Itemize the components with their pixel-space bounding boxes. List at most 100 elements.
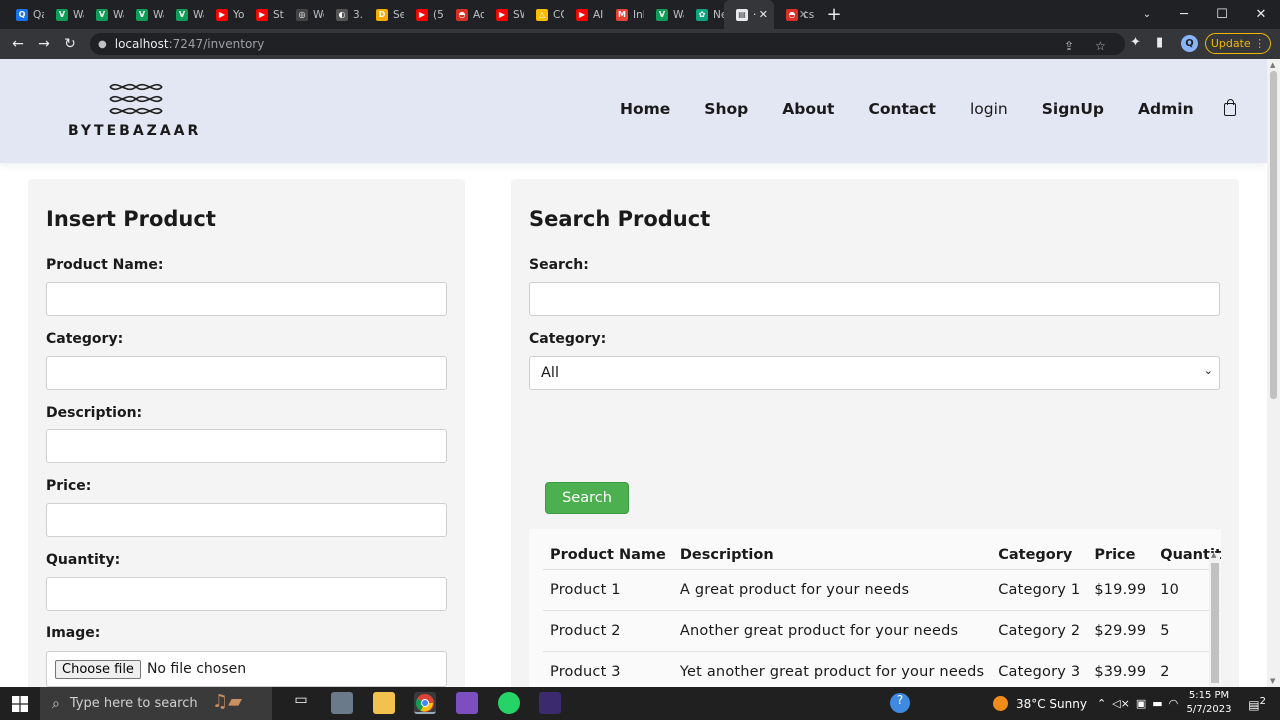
tab-css[interactable]: ◓ css ✕ bbox=[774, 0, 814, 29]
taskbar-search-placeholder: Type here to search bbox=[69, 696, 198, 711]
scroll-down-icon[interactable]: ▼ bbox=[1270, 677, 1275, 685]
nav-admin[interactable]: Admin bbox=[1138, 100, 1194, 118]
main-nav: Home Shop About Contact login SignUp Adm… bbox=[620, 98, 1236, 118]
clock-date: 5/7/2023 bbox=[1186, 704, 1232, 715]
category-input[interactable] bbox=[46, 356, 447, 390]
whatsapp-icon[interactable] bbox=[498, 692, 520, 714]
info-icon[interactable]: ● bbox=[98, 39, 107, 50]
search-button[interactable]: Search bbox=[545, 482, 629, 514]
browser-tab[interactable]: V Wat bbox=[164, 0, 204, 29]
tab-label: SWI bbox=[513, 8, 524, 21]
volume-icon[interactable]: ◁× bbox=[1112, 697, 1130, 710]
tray-chevron-icon[interactable]: ⌃ bbox=[1097, 697, 1106, 710]
tab-search-chevron-icon[interactable]: ⌄ bbox=[1128, 0, 1166, 29]
tab-active[interactable]: ▤ · ✕ bbox=[724, 0, 774, 29]
minimize-button[interactable]: ─ bbox=[1165, 0, 1203, 29]
chrome-icon[interactable] bbox=[414, 692, 436, 714]
browser-tab[interactable]: ✿ New bbox=[684, 0, 724, 29]
scroll-up-icon[interactable]: ▲ bbox=[1211, 551, 1216, 559]
terminal-icon[interactable] bbox=[539, 692, 561, 714]
choose-file-button[interactable]: Choose file bbox=[55, 659, 141, 679]
page-scrollbar[interactable]: ▲ ▼ bbox=[1267, 59, 1280, 687]
back-arrow-icon[interactable]: ← bbox=[5, 36, 31, 52]
product-name-input[interactable] bbox=[46, 282, 447, 316]
new-tab-button[interactable]: + bbox=[820, 4, 848, 25]
category-select[interactable]: All ⌄ bbox=[529, 356, 1220, 390]
browser-tab[interactable]: ▶ (582 bbox=[404, 0, 444, 29]
nav-home[interactable]: Home bbox=[620, 100, 670, 118]
browser-tab[interactable]: M Inbo bbox=[604, 0, 644, 29]
image-file-input[interactable]: Choose file No file chosen bbox=[46, 651, 447, 687]
task-view-icon[interactable]: ▭ bbox=[290, 692, 312, 714]
table-cell: A great product for your needs bbox=[672, 569, 992, 611]
browser-tab[interactable]: ◐ 3. Bu bbox=[324, 0, 364, 29]
browser-tab[interactable]: ▶ YouT bbox=[204, 0, 244, 29]
taskbar-search[interactable]: ⌕ Type here to search ♫▰ bbox=[40, 687, 272, 720]
nav-about[interactable]: About bbox=[782, 100, 834, 118]
file-explorer-icon[interactable] bbox=[373, 692, 395, 714]
close-tab-icon[interactable]: ✕ bbox=[799, 8, 808, 21]
side-panel-icon[interactable]: ▮ bbox=[1156, 35, 1163, 50]
visual-studio-icon[interactable] bbox=[456, 692, 478, 714]
browser-tab[interactable]: ◓ Ao / bbox=[444, 0, 484, 29]
scroll-up-icon[interactable]: ▲ bbox=[1270, 61, 1275, 69]
browser-tab[interactable]: △ COA bbox=[524, 0, 564, 29]
table-row: Product 1A great product for your needs C… bbox=[543, 569, 1221, 611]
battery-icon[interactable]: ▬ bbox=[1152, 697, 1162, 710]
browser-tab[interactable]: ▶ SWI bbox=[484, 0, 524, 29]
price-input[interactable] bbox=[46, 503, 447, 537]
address-bar[interactable]: ● localhost:7247/inventory ⇪ ☆ bbox=[90, 33, 1125, 55]
table-body: Product 1A great product for your needs C… bbox=[543, 569, 1221, 687]
reload-icon[interactable]: ↻ bbox=[57, 36, 83, 52]
page-scroll-thumb[interactable] bbox=[1270, 71, 1277, 399]
browser-tab[interactable]: ▶ Steir bbox=[244, 0, 284, 29]
extensions-puzzle-icon[interactable]: ✦ bbox=[1130, 35, 1141, 50]
description-input[interactable] bbox=[46, 429, 447, 463]
table-scroll-thumb[interactable] bbox=[1211, 563, 1219, 683]
nav-login[interactable]: login bbox=[970, 100, 1008, 118]
nav-signup[interactable]: SignUp bbox=[1042, 100, 1104, 118]
share-icon[interactable]: ⇪ bbox=[1064, 39, 1074, 53]
weather-sun-icon bbox=[992, 696, 1008, 711]
quantity-input[interactable] bbox=[46, 577, 447, 611]
browser-tab[interactable]: D Sear bbox=[364, 0, 404, 29]
close-tab-icon[interactable]: ✕ bbox=[759, 8, 768, 21]
update-button[interactable]: Update ⋮ bbox=[1205, 33, 1271, 54]
maximize-button[interactable]: ☐ bbox=[1203, 0, 1241, 29]
site-header: BYTEBAZAAR Home Shop About Contact login… bbox=[0, 59, 1267, 163]
app-icon[interactable] bbox=[331, 692, 353, 714]
browser-tab[interactable]: ▶ AI M bbox=[564, 0, 604, 29]
bookmark-star-icon[interactable]: ☆ bbox=[1095, 39, 1106, 53]
tab-label: Wat bbox=[673, 8, 684, 21]
start-button[interactable] bbox=[0, 687, 40, 720]
search-input[interactable] bbox=[529, 282, 1220, 316]
help-icon[interactable]: ? bbox=[890, 693, 910, 713]
tab-favicon-icon: ✿ bbox=[696, 8, 708, 21]
forward-arrow-icon[interactable]: → bbox=[31, 36, 57, 52]
shopping-bag-icon[interactable] bbox=[1223, 98, 1236, 116]
tab-label: Ao / bbox=[473, 8, 484, 21]
network-icon[interactable]: ▣ bbox=[1136, 697, 1146, 710]
nav-shop[interactable]: Shop bbox=[704, 100, 748, 118]
close-window-button[interactable]: ✕ bbox=[1242, 0, 1280, 29]
browser-tab[interactable]: Q Qas bbox=[4, 0, 44, 29]
browser-tab[interactable]: V Wat bbox=[644, 0, 684, 29]
clock[interactable]: 5:15 PM 5/7/2023 bbox=[1185, 689, 1233, 717]
table-scrollbar[interactable]: ▲ bbox=[1209, 551, 1220, 687]
browser-tab[interactable]: V Wat bbox=[124, 0, 164, 29]
tab-favicon-icon: V bbox=[656, 8, 668, 21]
wifi-icon[interactable]: ◠ bbox=[1169, 697, 1179, 710]
weather-text[interactable]: 38°C Sunny bbox=[1016, 697, 1087, 711]
notifications-icon[interactable]: ▤2 bbox=[1248, 696, 1266, 712]
browser-tab[interactable]: V Wat bbox=[84, 0, 124, 29]
browser-tab[interactable]: ◎ Wel bbox=[284, 0, 324, 29]
tab-favicon-icon: ◓ bbox=[456, 8, 468, 21]
table-cell: Category 1 bbox=[991, 569, 1088, 611]
brand-name: BYTEBAZAAR bbox=[68, 123, 202, 139]
nav-contact[interactable]: Contact bbox=[868, 100, 936, 118]
brand-logo[interactable]: BYTEBAZAAR bbox=[68, 79, 203, 145]
tab-favicon-icon: ▶ bbox=[496, 8, 508, 21]
browser-tab[interactable]: V Wat bbox=[44, 0, 84, 29]
profile-avatar[interactable]: Q bbox=[1181, 35, 1198, 52]
tab-favicon-icon: ◐ bbox=[336, 8, 348, 21]
